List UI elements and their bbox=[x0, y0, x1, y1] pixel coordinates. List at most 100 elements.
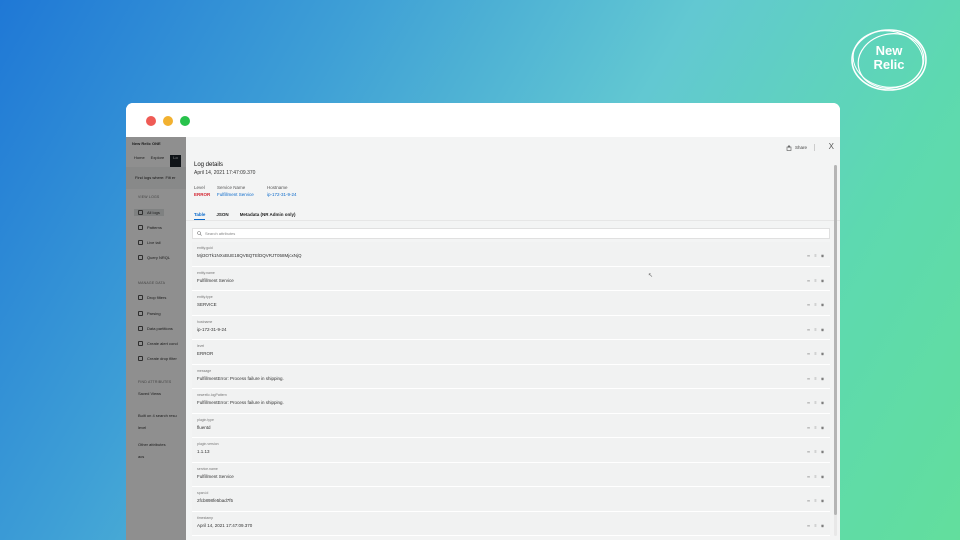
meta-value[interactable]: ip-172-31-9-24 bbox=[267, 192, 297, 197]
meta-label: Level bbox=[194, 185, 205, 190]
attribute-actions: ≂ ≡ ◉ bbox=[806, 303, 825, 307]
window-titlebar bbox=[126, 103, 840, 137]
filter-out-icon[interactable]: ≂ bbox=[806, 278, 811, 283]
attribute-row[interactable]: level ERROR ≂ ≡ ◉ bbox=[192, 340, 830, 365]
attribute-row[interactable]: entity.guid MjI3OTk1NXxBUE18QVBQTElDQVRJT… bbox=[192, 242, 830, 267]
filter-in-icon[interactable]: ≡ bbox=[813, 474, 818, 479]
filter-in-icon[interactable]: ≡ bbox=[813, 523, 818, 528]
attribute-row[interactable]: entity.name Fulfillment Service ≂ ≡ ◉ bbox=[192, 266, 830, 291]
filter-out-icon[interactable]: ≂ bbox=[806, 401, 811, 405]
view-icon[interactable]: ◉ bbox=[820, 352, 825, 356]
attribute-value: SERVICE bbox=[197, 302, 217, 307]
attribute-row[interactable]: timestamp April 14, 2021 17:47:09.370 ≂ ≡ ◉ bbox=[192, 511, 830, 536]
attribute-value: FulfillmentError: Process failure in shi… bbox=[197, 375, 284, 381]
meta-value[interactable]: Fulfillment Service bbox=[217, 192, 254, 197]
mouse-cursor-icon: ↖ bbox=[648, 273, 654, 279]
log-timestamp: April 14, 2021 17:47:09.370 bbox=[194, 170, 256, 176]
view-icon[interactable]: ◉ bbox=[820, 278, 825, 283]
filter-in-icon[interactable]: ≡ bbox=[813, 499, 818, 503]
close-panel-button[interactable]: X bbox=[829, 142, 834, 151]
view-icon[interactable]: ◉ bbox=[820, 450, 825, 454]
attribute-key: timestamp bbox=[197, 515, 214, 520]
search-attributes-input[interactable]: Search attributes bbox=[192, 228, 830, 239]
attribute-actions: ≂ ≡ ◉ bbox=[806, 376, 825, 381]
share-button[interactable]: Share bbox=[786, 144, 819, 151]
attribute-value: April 14, 2021 17:47:09.370 bbox=[197, 522, 253, 528]
filter-in-icon[interactable]: ≡ bbox=[813, 401, 818, 405]
filter-in-icon[interactable]: ≡ bbox=[813, 327, 818, 332]
attribute-row[interactable]: span.id 2fcb898fe5bad7f5 ≂ ≡ ◉ bbox=[192, 487, 830, 512]
view-icon[interactable]: ◉ bbox=[820, 401, 825, 405]
view-icon[interactable]: ◉ bbox=[820, 254, 825, 258]
filter-out-icon[interactable]: ≂ bbox=[806, 303, 811, 307]
tab-table[interactable]: Table bbox=[194, 212, 206, 220]
filter-out-icon[interactable]: ≂ bbox=[806, 450, 811, 454]
attribute-actions: ≂ ≡ ◉ bbox=[806, 523, 825, 528]
view-icon[interactable]: ◉ bbox=[820, 376, 825, 381]
attribute-actions: ≂ ≡ ◉ bbox=[806, 352, 825, 356]
filter-in-icon[interactable]: ≡ bbox=[813, 425, 818, 430]
attribute-row[interactable]: plugin.version 1.1.13 ≂ ≡ ◉ bbox=[192, 438, 830, 463]
attribute-row[interactable]: message FulfillmentError: Process failure… bbox=[192, 364, 830, 389]
scrollbar-thumb[interactable] bbox=[834, 165, 837, 515]
attribute-actions: ≂ ≡ ◉ bbox=[806, 450, 825, 454]
attribute-actions: ≂ ≡ ◉ bbox=[806, 327, 825, 332]
attribute-actions: ≂ ≡ ◉ bbox=[806, 401, 825, 405]
attribute-value: 1.1.13 bbox=[197, 449, 210, 454]
attribute-actions: ≂ ≡ ◉ bbox=[806, 278, 825, 283]
close-window-button[interactable] bbox=[146, 116, 156, 126]
attribute-key: newrelic.logPattern bbox=[197, 393, 227, 397]
filter-in-icon[interactable]: ≡ bbox=[813, 303, 818, 307]
window-content: New Relic ONE Home Explore Lo Find logs … bbox=[126, 137, 840, 540]
attribute-value: 2fcb898fe5bad7f5 bbox=[197, 498, 234, 503]
attribute-row[interactable]: newrelic.logPattern FulfillmentError: Pro… bbox=[192, 389, 830, 414]
filter-out-icon[interactable]: ≂ bbox=[806, 376, 811, 381]
filter-in-icon[interactable]: ≡ bbox=[813, 278, 818, 283]
filter-out-icon[interactable]: ≂ bbox=[806, 523, 811, 528]
attribute-key: service.name bbox=[197, 466, 218, 471]
attribute-value: ERROR bbox=[197, 351, 214, 356]
attribute-value: Fulfillment Service bbox=[197, 277, 234, 283]
view-icon[interactable]: ◉ bbox=[820, 499, 825, 503]
view-icon[interactable]: ◉ bbox=[820, 327, 825, 332]
panel-scrollbar[interactable] bbox=[834, 165, 837, 536]
attribute-key: entity.guid bbox=[197, 246, 213, 250]
filter-out-icon[interactable]: ≂ bbox=[806, 352, 811, 356]
share-label: Share bbox=[794, 145, 807, 150]
filter-in-icon[interactable]: ≡ bbox=[813, 352, 818, 356]
attribute-key: span.id bbox=[197, 491, 209, 495]
attribute-value: Fulfillment Service bbox=[197, 473, 234, 479]
filter-out-icon[interactable]: ≂ bbox=[806, 254, 811, 258]
view-icon[interactable]: ◉ bbox=[820, 474, 825, 479]
attribute-row[interactable]: service.name Fulfillment Service ≂ ≡ ◉ bbox=[192, 462, 830, 487]
attribute-key: plugin.version bbox=[197, 442, 219, 446]
tab-metadata[interactable]: Metadata (NR Admin only) bbox=[240, 212, 296, 220]
attribute-key: level bbox=[197, 344, 205, 348]
view-icon[interactable]: ◉ bbox=[820, 425, 825, 430]
filter-in-icon[interactable]: ≡ bbox=[813, 376, 818, 381]
filter-out-icon[interactable]: ≂ bbox=[806, 327, 811, 332]
filter-out-icon[interactable]: ≂ bbox=[806, 474, 811, 479]
minimize-window-button[interactable] bbox=[163, 116, 173, 126]
view-icon[interactable]: ◉ bbox=[820, 523, 825, 528]
meta-label: Service Name bbox=[217, 185, 246, 190]
meta-level: Level ERROR bbox=[194, 185, 210, 197]
panel-title: Log details bbox=[194, 162, 224, 168]
filter-in-icon[interactable]: ≡ bbox=[813, 254, 818, 258]
search-placeholder: Search attributes bbox=[205, 231, 236, 236]
attribute-row[interactable]: entity.type SERVICE ≂ ≡ ◉ bbox=[192, 291, 830, 316]
attribute-row[interactable]: plugin.type fluentd ≂ ≡ ◉ bbox=[192, 413, 830, 438]
tab-json[interactable]: JSON bbox=[216, 212, 228, 220]
logo-line2: Relic bbox=[873, 57, 905, 72]
attribute-key: entity.name bbox=[197, 270, 215, 275]
maximize-window-button[interactable] bbox=[180, 116, 190, 126]
attribute-value: fluentd bbox=[197, 424, 211, 430]
filter-in-icon[interactable]: ≡ bbox=[813, 450, 818, 454]
view-icon[interactable]: ◉ bbox=[820, 303, 825, 307]
attribute-value: ip-172-31-9-24 bbox=[197, 326, 227, 332]
filter-out-icon[interactable]: ≂ bbox=[806, 425, 811, 430]
filter-out-icon[interactable]: ≂ bbox=[806, 499, 811, 503]
attribute-key: plugin.type bbox=[197, 417, 214, 422]
new-relic-logo: New Relic bbox=[850, 27, 936, 93]
attribute-row[interactable]: hostname ip-172-31-9-24 ≂ ≡ ◉ bbox=[192, 315, 830, 340]
